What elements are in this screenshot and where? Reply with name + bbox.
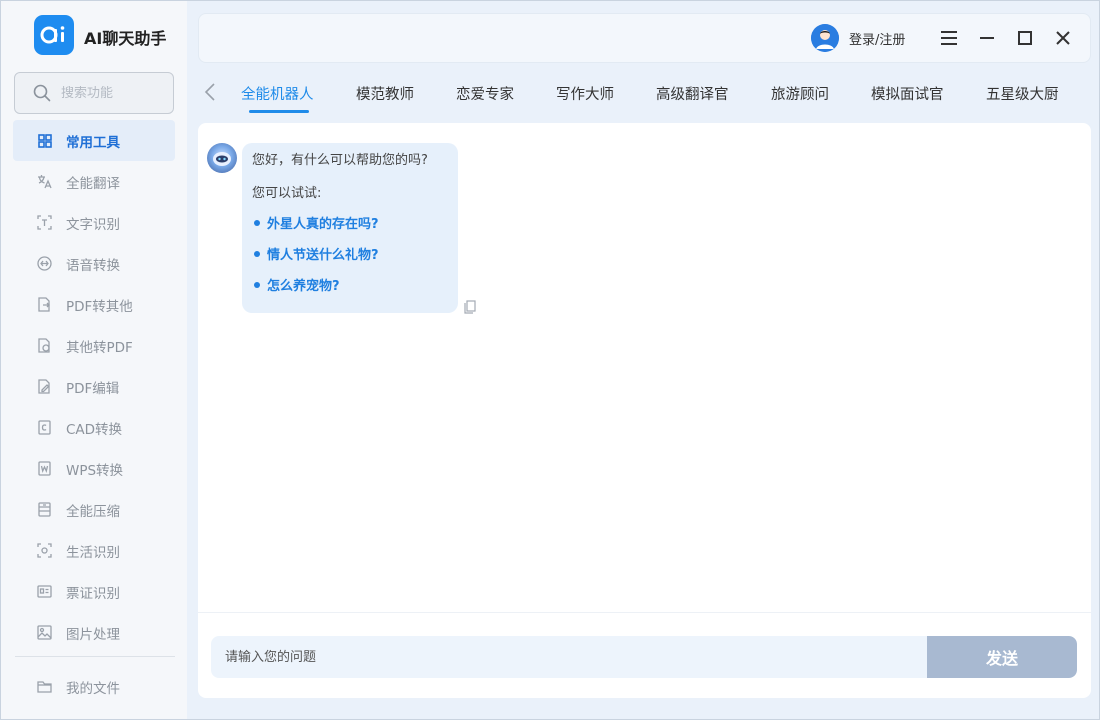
sidebar-item-my-files[interactable]: 我的文件 <box>13 666 175 707</box>
bullet-icon <box>254 219 260 226</box>
bullet-icon <box>254 250 260 257</box>
bot-message-bubble: 您好，有什么可以帮助您的吗? 您可以试试: 外星人真的存在吗? 情人节送什么礼物… <box>242 143 458 313</box>
minimize-icon[interactable] <box>975 26 999 50</box>
sidebar-item-label: PDF编辑 <box>66 380 120 397</box>
sidebar-item-label: 生活识别 <box>66 544 120 561</box>
audio-convert-icon <box>37 256 52 271</box>
sidebar-item-label: 票证识别 <box>66 585 120 602</box>
sidebar-item-label: 全能压缩 <box>66 503 120 520</box>
tab-five-star-chef[interactable]: 五星级大厨 <box>986 83 1059 104</box>
bullet-icon <box>254 281 260 288</box>
sidebar-item-common-tools[interactable]: 常用工具 <box>13 120 175 161</box>
tab-writing-master[interactable]: 写作大师 <box>556 83 614 104</box>
chat-panel: 您好，有什么可以帮助您的吗? 您可以试试: 外星人真的存在吗? 情人节送什么礼物… <box>198 123 1091 698</box>
suggestion-item[interactable]: 情人节送什么礼物? <box>252 244 448 263</box>
menu-icon[interactable] <box>937 26 961 50</box>
app-window: AI聊天助手 常用工具 全能翻译 <box>0 0 1100 720</box>
compress-icon <box>37 502 52 517</box>
camera-scan-icon <box>37 543 52 558</box>
translate-icon <box>37 174 52 189</box>
question-input[interactable] <box>225 636 915 678</box>
tab-mock-interviewer[interactable]: 模拟面试官 <box>871 83 944 104</box>
sidebar-item-wps[interactable]: WPS转换 <box>13 448 175 489</box>
app-logo <box>34 15 74 55</box>
suggestion-text: 外星人真的存在吗? <box>267 217 379 232</box>
close-icon[interactable] <box>1051 26 1075 50</box>
sidebar-item-label: 全能翻译 <box>66 175 120 192</box>
sidebar-item-ocr[interactable]: 文字识别 <box>13 202 175 243</box>
copy-icon[interactable] <box>464 299 476 318</box>
wps-icon <box>37 461 52 476</box>
sidebar-item-label: 我的文件 <box>66 680 120 697</box>
sidebar: AI聊天助手 常用工具 全能翻译 <box>1 1 187 719</box>
sidebar-divider <box>15 656 175 657</box>
user-avatar-icon[interactable] <box>811 24 839 52</box>
assistant-tabs: 全能机器人 模范教师 恋爱专家 写作大师 高级翻译官 旅游顾问 模拟面试官 五星… <box>198 71 1091 115</box>
sidebar-item-other-to-pdf[interactable]: 其他转PDF <box>13 325 175 366</box>
active-tab-indicator <box>249 110 309 113</box>
sidebar-item-translate[interactable]: 全能翻译 <box>13 161 175 202</box>
search-box[interactable] <box>14 72 174 114</box>
bot-greeting: 您好，有什么可以帮助您的吗? <box>252 153 428 168</box>
tab-translator[interactable]: 高级翻译官 <box>656 83 729 104</box>
sidebar-item-label: PDF转其他 <box>66 298 133 315</box>
grid-icon <box>37 133 52 148</box>
bot-avatar-icon <box>207 143 237 173</box>
sidebar-item-label: WPS转换 <box>66 462 124 479</box>
to-pdf-icon <box>37 338 52 353</box>
suggestion-text: 怎么养宠物? <box>267 279 340 294</box>
sidebar-item-label: 语音转换 <box>66 257 120 274</box>
tab-model-teacher[interactable]: 模范教师 <box>356 83 414 104</box>
sidebar-item-compress[interactable]: 全能压缩 <box>13 489 175 530</box>
sidebar-item-label: CAD转换 <box>66 421 123 438</box>
suggestion-item[interactable]: 怎么养宠物? <box>252 275 448 294</box>
header-bar: 登录/注册 <box>198 13 1091 63</box>
sidebar-item-cad[interactable]: CAD转换 <box>13 407 175 448</box>
sidebar-item-life-scan[interactable]: 生活识别 <box>13 530 175 571</box>
sidebar-item-image[interactable]: 图片处理 <box>13 612 175 653</box>
cad-icon <box>37 420 52 435</box>
maximize-icon[interactable] <box>1013 26 1037 50</box>
sidebar-item-pdf-edit[interactable]: PDF编辑 <box>13 366 175 407</box>
sidebar-item-label: 常用工具 <box>66 134 120 151</box>
try-label: 您可以试试: <box>252 186 322 201</box>
send-button[interactable]: 发送 <box>927 636 1077 678</box>
tab-all-robot[interactable]: 全能机器人 <box>241 83 314 104</box>
ai-logo-icon <box>40 26 65 44</box>
suggestion-item[interactable]: 外星人真的存在吗? <box>252 213 448 232</box>
sidebar-nav: 常用工具 全能翻译 文字识别 语音转换 PDF转其他 其他转PDF PDF编辑 … <box>13 120 175 653</box>
sidebar-item-label: 文字识别 <box>66 216 120 233</box>
login-register-link[interactable]: 登录/注册 <box>849 29 905 48</box>
tab-travel-advisor[interactable]: 旅游顾问 <box>771 83 829 104</box>
composer: 发送 <box>211 636 1077 678</box>
sidebar-item-label: 其他转PDF <box>66 339 133 356</box>
image-icon <box>37 625 52 640</box>
composer-divider <box>198 612 1091 613</box>
sidebar-item-pdf-to-other[interactable]: PDF转其他 <box>13 284 175 325</box>
search-input[interactable] <box>61 85 161 101</box>
text-scan-icon <box>37 215 52 230</box>
sidebar-item-label: 图片处理 <box>66 626 120 643</box>
tab-love-expert[interactable]: 恋爱专家 <box>456 83 514 104</box>
pdf-convert-icon <box>37 297 52 312</box>
suggestion-text: 情人节送什么礼物? <box>267 248 379 263</box>
sidebar-item-ticket-scan[interactable]: 票证识别 <box>13 571 175 612</box>
pdf-edit-icon <box>37 379 52 394</box>
folder-icon <box>37 679 52 694</box>
chevron-left-icon[interactable] <box>204 83 216 105</box>
sidebar-item-audio[interactable]: 语音转换 <box>13 243 175 284</box>
app-title: AI聊天助手 <box>84 29 167 48</box>
search-icon <box>33 84 51 102</box>
id-card-icon <box>37 584 52 599</box>
